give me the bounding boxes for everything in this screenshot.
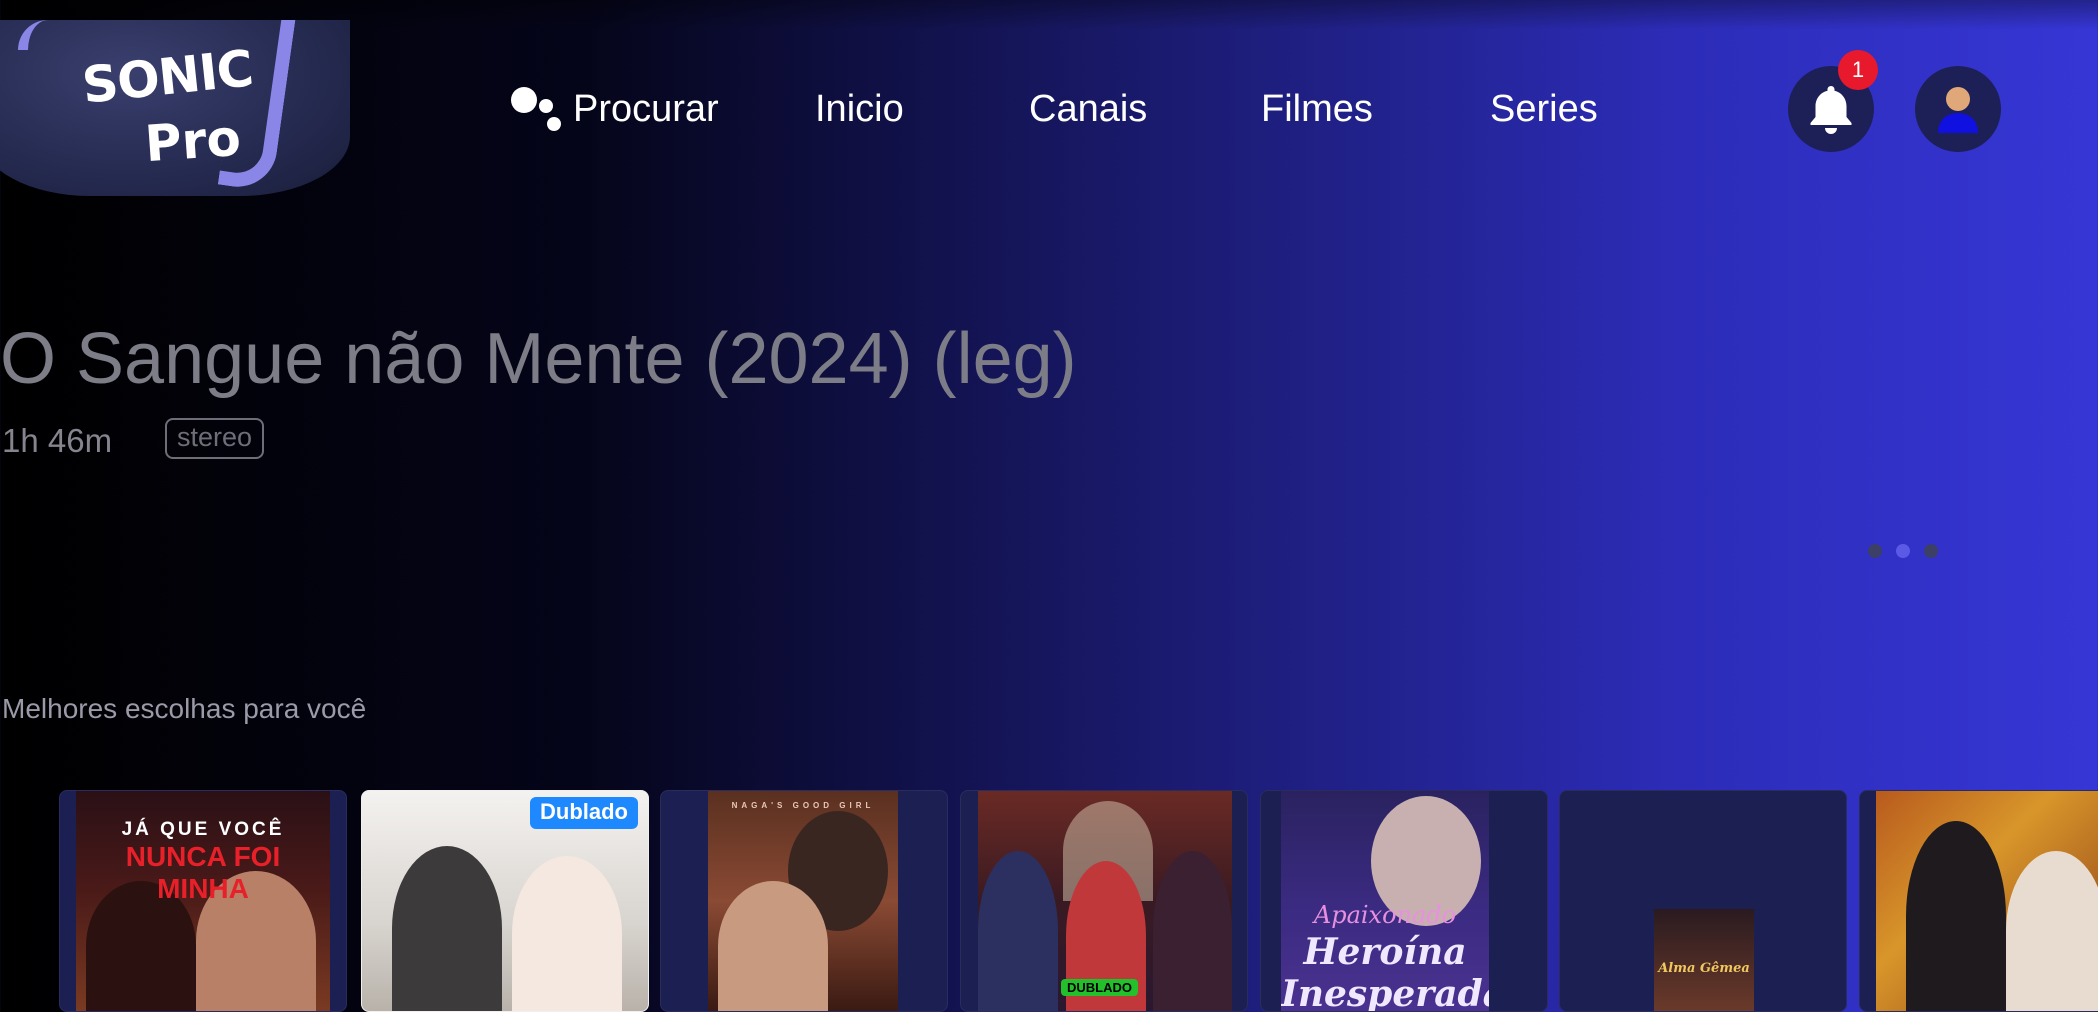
- bell-icon: [1810, 86, 1852, 134]
- movie-poster: JÁ QUE VOCÊ NUNCA FOI MINHA: [76, 791, 330, 1011]
- hero-title: O Sangue não Mente (2024) (leg): [0, 319, 1077, 399]
- dublado-badge: Dublado: [530, 797, 638, 829]
- poster-figure: [1153, 851, 1232, 1011]
- movie-card[interactable]: DUBLADO: [960, 790, 1248, 1012]
- nav-series[interactable]: Series: [1490, 88, 1598, 131]
- poster-figure: [718, 881, 828, 1011]
- movie-poster: [978, 791, 1232, 1011]
- movie-poster: NAGA'S GOOD GIRL: [708, 791, 898, 1011]
- user-icon: [1938, 87, 1978, 133]
- movie-card[interactable]: Alma Gêmea: [1559, 790, 1847, 1012]
- poster-figure: [2006, 851, 2098, 1011]
- logo-swoosh-top: [18, 20, 68, 50]
- poster-figure: [1906, 821, 2006, 1011]
- poster-figure: [978, 851, 1058, 1011]
- pager-dot-1[interactable]: [1868, 544, 1882, 558]
- poster-caption-main: Heroína Inesperada: [1281, 931, 1489, 1011]
- nav-inicio[interactable]: Inicio: [815, 88, 904, 131]
- movie-poster: [1876, 791, 2098, 1011]
- movie-card[interactable]: Dublado: [361, 790, 649, 1012]
- movie-card[interactable]: JÁ QUE VOCÊ NUNCA FOI MINHA: [59, 790, 347, 1012]
- pager-dot-2-active[interactable]: [1896, 544, 1910, 558]
- movie-poster: Apaixonado Heroína Inesperada: [1281, 791, 1489, 1011]
- profile-button[interactable]: [1915, 66, 2001, 152]
- poster-figure: [512, 856, 622, 1011]
- audio-tag: stereo: [165, 418, 265, 459]
- logo-text-pro: Pro: [143, 108, 243, 174]
- search-dots-icon[interactable]: [510, 86, 562, 132]
- poster-caption-top: JÁ QUE VOCÊ: [121, 819, 285, 840]
- poster-figure: [392, 846, 502, 1011]
- poster-caption-top: Apaixonado: [1313, 901, 1457, 929]
- nav-filmes[interactable]: Filmes: [1261, 88, 1373, 131]
- notification-count-badge: 1: [1838, 50, 1878, 90]
- movie-card[interactable]: [1859, 790, 2098, 1012]
- app-logo[interactable]: SONIC Pro: [0, 20, 350, 196]
- pager-dot-3[interactable]: [1924, 544, 1938, 558]
- dublado-badge: DUBLADO: [1061, 979, 1138, 996]
- nav-canais[interactable]: Canais: [1029, 88, 1147, 131]
- poster-caption-main: Alma Gêmea: [1658, 961, 1750, 976]
- hero-duration: 1h 46m: [2, 422, 113, 459]
- poster-caption-main: NUNCA FOI MINHA: [125, 841, 281, 904]
- movie-card[interactable]: Apaixonado Heroína Inesperada: [1260, 790, 1548, 1012]
- section-title: Melhores escolhas para você: [2, 693, 367, 724]
- nav-search[interactable]: Procurar: [573, 88, 719, 131]
- poster-caption-top: NAGA'S GOOD GIRL: [731, 801, 875, 810]
- movie-card[interactable]: NAGA'S GOOD GIRL: [660, 790, 948, 1012]
